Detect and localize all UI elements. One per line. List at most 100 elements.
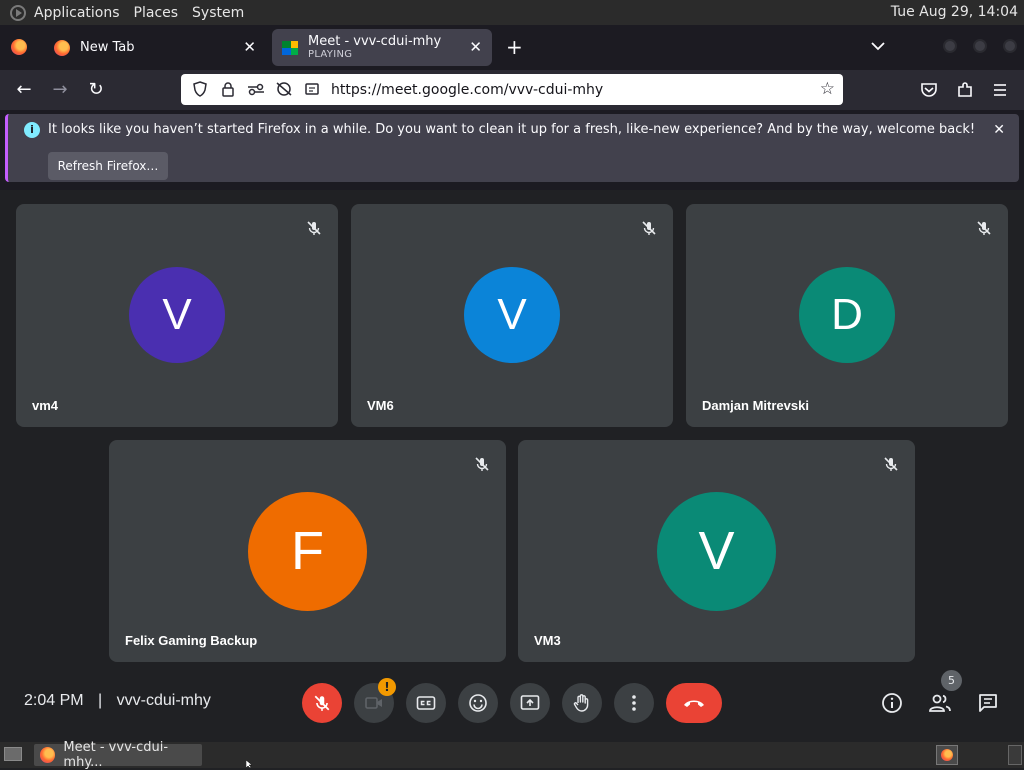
close-notification-icon[interactable]: ✕ (993, 122, 1005, 138)
list-all-tabs-icon[interactable] (871, 41, 885, 51)
present-icon (520, 695, 540, 710)
mic-off-icon (314, 695, 330, 711)
extensions-puzzle-icon[interactable] (956, 81, 974, 99)
firefox-view-icon[interactable] (11, 39, 27, 55)
close-tab-icon[interactable]: ✕ (469, 38, 482, 56)
participant-avatar: V (657, 492, 776, 611)
participant-avatar: V (464, 267, 560, 363)
muted-mic-icon (977, 221, 991, 235)
meeting-time: 2:04 PM (24, 692, 84, 709)
emoji-icon (469, 694, 487, 712)
participant-tile[interactable]: V VM6 (351, 204, 673, 427)
bottom-taskbar: Meet - vvv-cdui-mhy... (0, 740, 1024, 770)
muted-mic-icon (642, 221, 656, 235)
captions-button[interactable] (406, 683, 446, 723)
raise-hand-button[interactable] (562, 683, 602, 723)
tab-label: New Tab (80, 40, 135, 55)
firefox-favicon-icon (54, 39, 70, 56)
toggle-microphone-button[interactable] (302, 683, 342, 723)
url-bar[interactable]: https://meet.google.com/vvv-cdui-mhy ☆ (181, 74, 843, 105)
participant-tile[interactable]: V vm4 (16, 204, 338, 427)
lock-icon[interactable] (219, 81, 237, 99)
forward-arrow-icon[interactable]: → (49, 79, 71, 101)
muted-mic-icon (475, 457, 489, 471)
meeting-info: 2:04 PM | vvv-cdui-mhy (24, 692, 211, 710)
participant-name: Felix Gaming Backup (125, 633, 258, 648)
participant-avatar: F (248, 492, 367, 611)
refresh-firefox-button[interactable]: Refresh Firefox… (48, 152, 168, 180)
muted-mic-icon (307, 221, 321, 235)
tab-strip: New Tab ✕ Meet - vvv-cdui-mhy PLAYING ✕ … (0, 25, 1024, 70)
tab-meet[interactable]: Meet - vvv-cdui-mhy PLAYING ✕ (272, 29, 492, 66)
hand-icon (573, 694, 589, 712)
close-window-button[interactable] (1003, 39, 1017, 53)
pocket-icon[interactable] (920, 81, 938, 99)
gnome-foot-icon[interactable] (10, 4, 26, 21)
muted-mic-icon (884, 457, 898, 471)
meeting-details-button[interactable] (875, 686, 909, 720)
toggle-camera-button[interactable]: ! (354, 678, 396, 723)
participant-name: vm4 (32, 398, 59, 413)
minimize-window-button[interactable] (943, 39, 957, 53)
tab-new-tab[interactable]: New Tab ✕ (44, 29, 266, 66)
url-text[interactable]: https://meet.google.com/vvv-cdui-mhy (331, 82, 603, 98)
participant-tile[interactable]: F Felix Gaming Backup (109, 440, 506, 662)
firefox-icon (40, 747, 56, 763)
info-outline-icon (882, 693, 902, 713)
refresh-firefox-notification: i It looks like you haven’t started Fire… (5, 114, 1019, 182)
participant-tile[interactable]: V VM3 (518, 440, 915, 662)
participant-avatar: V (129, 267, 225, 363)
system-menu[interactable]: System (192, 5, 244, 21)
panel-clock[interactable]: Tue Aug 29, 14:04 (891, 4, 1018, 20)
hamburger-menu-icon[interactable] (992, 82, 1008, 98)
reader-view-icon[interactable] (303, 81, 321, 99)
show-desktop-icon[interactable] (4, 747, 22, 761)
hang-up-icon (684, 700, 704, 707)
people-icon (929, 694, 951, 712)
tab-label: Meet - vvv-cdui-mhy (308, 33, 442, 49)
meet-stage: V vm4 V VM6 D Damjan Mitrevski F Felix G… (0, 190, 1024, 742)
participant-tile[interactable]: D Damjan Mitrevski (686, 204, 1008, 427)
mouse-cursor-icon (246, 760, 253, 768)
people-button[interactable] (923, 686, 957, 720)
taskbar-window-firefox[interactable]: Meet - vvv-cdui-mhy... (34, 740, 202, 770)
maximize-window-button[interactable] (973, 39, 987, 53)
people-count-badge: 5 (941, 670, 962, 691)
applications-menu[interactable]: Applications (34, 5, 120, 21)
closed-captions-icon (416, 696, 436, 710)
meeting-code[interactable]: vvv-cdui-mhy (117, 692, 211, 709)
camera-off-icon (365, 697, 382, 709)
participant-name: VM3 (534, 633, 561, 648)
workspace-switcher[interactable] (936, 745, 958, 765)
meeting-info-separator: | (98, 692, 103, 709)
navigation-toolbar: ← → ↻ https://meet.google.com/vvv-cdui-m… (0, 70, 1024, 110)
tab-audio-status: PLAYING (308, 48, 353, 60)
tracking-protection-shield-icon[interactable] (191, 80, 209, 99)
participant-avatar: D (799, 267, 895, 363)
reload-icon[interactable]: ↻ (85, 79, 107, 101)
new-tab-plus-icon[interactable]: + (506, 35, 523, 59)
workspace-2[interactable] (1008, 745, 1022, 765)
firefox-mini-icon (941, 749, 953, 761)
chat-icon (979, 694, 997, 712)
camera-alert-badge: ! (378, 678, 396, 696)
more-options-button[interactable] (614, 683, 654, 723)
meet-favicon-icon (282, 40, 298, 55)
permissions-icon[interactable] (247, 81, 265, 99)
autoplay-blocked-icon[interactable] (275, 81, 293, 99)
notification-message: It looks like you haven’t started Firefo… (48, 122, 976, 137)
top-panel: Applications Places System Tue Aug 29, 1… (0, 0, 1024, 25)
taskbar-window-label: Meet - vvv-cdui-mhy... (63, 740, 169, 770)
bookmark-star-icon[interactable]: ☆ (820, 79, 835, 99)
more-vert-icon (632, 695, 636, 711)
places-menu[interactable]: Places (134, 5, 179, 21)
info-icon: i (24, 122, 40, 138)
reactions-button[interactable] (458, 683, 498, 723)
leave-call-button[interactable] (666, 683, 722, 723)
back-arrow-icon[interactable]: ← (13, 79, 35, 101)
notification-area: i It looks like you haven’t started Fire… (0, 110, 1024, 190)
participant-name: Damjan Mitrevski (702, 398, 809, 413)
chat-button[interactable] (971, 686, 1005, 720)
close-tab-icon[interactable]: ✕ (243, 38, 256, 56)
present-screen-button[interactable] (510, 683, 550, 723)
